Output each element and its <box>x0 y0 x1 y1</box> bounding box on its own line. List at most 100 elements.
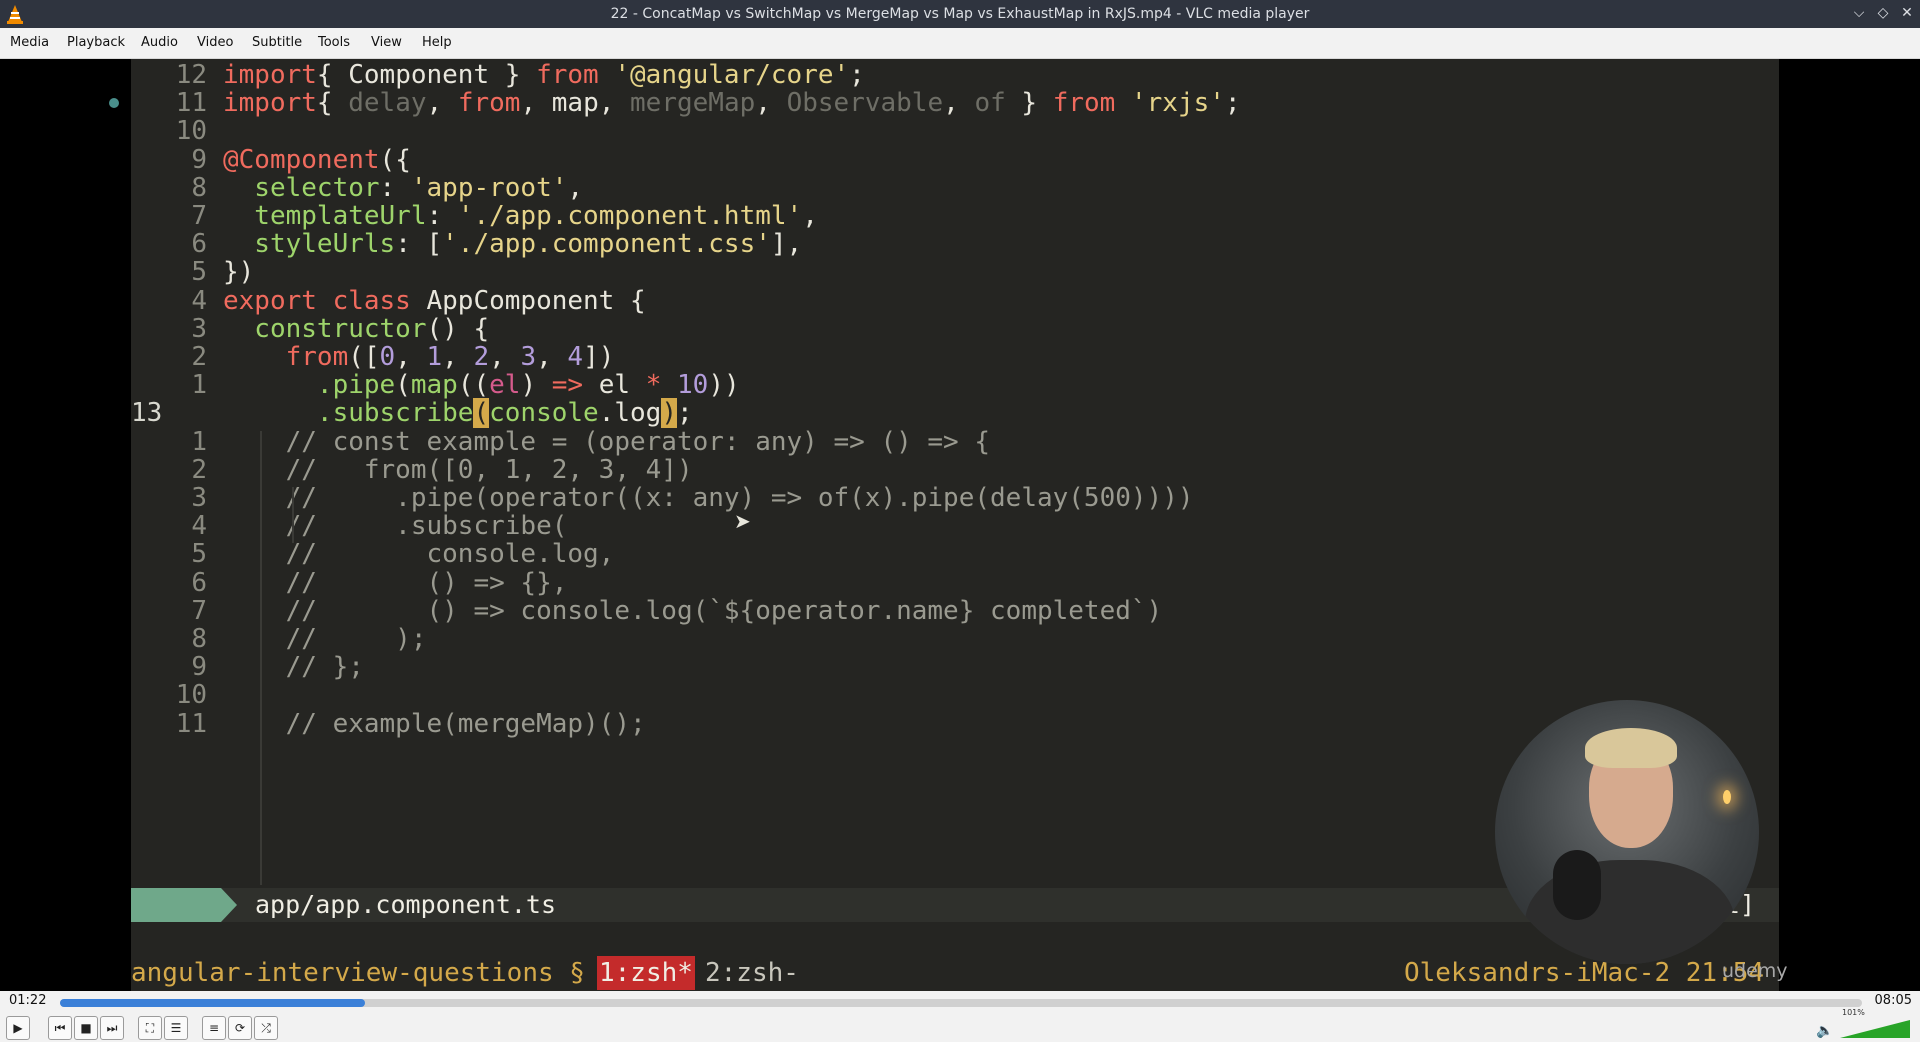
line-number: 9 <box>191 652 207 683</box>
menu-tools[interactable]: Tools <box>318 35 350 50</box>
volume-slider[interactable]: 🔈 101% <box>1816 1008 1910 1039</box>
previous-button[interactable]: ⏮ <box>48 1016 72 1040</box>
menu-video[interactable]: Video <box>197 35 233 50</box>
line-number: 6 <box>191 229 207 260</box>
code-line: 1 // const example = (operator: any) => … <box>131 428 1779 456</box>
extended-settings-button[interactable]: ☰ <box>164 1016 188 1040</box>
code-line: 8 // ); <box>131 625 1779 653</box>
tmux-window: 2:zsh- <box>705 958 799 988</box>
menu-playback[interactable]: Playback <box>67 35 125 50</box>
line-number: 11 <box>175 708 207 739</box>
seek-progress <box>60 999 365 1007</box>
code-line: 13 .subscribe(console.log); <box>131 398 1779 429</box>
code-line: 5}) <box>131 258 1779 286</box>
line-number: 2 <box>191 454 207 485</box>
code-text: // from([0, 1, 2, 3, 4]) <box>223 454 693 485</box>
presenter-webcam <box>1495 700 1759 964</box>
code-text: import{ delay, from, map, mergeMap, Obse… <box>223 88 1241 119</box>
minimize-icon[interactable]: ⌵ <box>1852 4 1866 22</box>
code-line: 6 // () => {}, <box>131 569 1779 597</box>
code-text: // () => {}, <box>223 567 568 598</box>
line-number: 11 <box>175 88 207 119</box>
next-button[interactable]: ⏭ <box>100 1016 124 1040</box>
menu-help[interactable]: Help <box>422 35 452 50</box>
line-number: 5 <box>191 539 207 570</box>
microphone-icon <box>1553 850 1601 920</box>
code-line: 10 <box>131 681 1779 709</box>
mouse-pointer-icon: ➤ <box>734 509 751 533</box>
code-text: }) <box>223 257 255 288</box>
line-number: 2 <box>191 342 207 372</box>
line-number: 8 <box>191 624 207 654</box>
line-number: 1 <box>191 426 207 457</box>
elapsed-time: 01:22 <box>9 993 47 1008</box>
code-text: // .subscribe( <box>223 511 568 542</box>
player-controls: 01:22 08:05 ▶ ⏮ ■ ⏭ ⛶ ☰ ≡ ⟳ ⤮ 🔈 101% <box>0 991 1920 1042</box>
code-text: export class AppComponent { <box>223 285 646 316</box>
code-text: templateUrl: './app.component.html', <box>223 201 818 231</box>
menu-audio[interactable]: Audio <box>141 35 178 50</box>
video-frame[interactable]: 12 import{ Component } from '@angular/cor… <box>0 59 1920 991</box>
play-icon: ▶ <box>13 1021 23 1035</box>
code-text: // console.log, <box>223 539 615 570</box>
playlist-button[interactable]: ≡ <box>202 1016 226 1040</box>
speaker-icon[interactable]: 🔈 <box>1816 1023 1833 1039</box>
loop-icon: ⟳ <box>234 1021 246 1035</box>
code-line: 5 // console.log, <box>131 540 1779 568</box>
loop-button[interactable]: ⟳ <box>228 1016 252 1040</box>
menu-subtitle[interactable]: Subtitle <box>252 35 302 50</box>
extended-settings-icon: ☰ <box>170 1021 182 1035</box>
line-number: 12 <box>175 60 207 90</box>
code-line: 11 import{ delay, from, map, mergeMap, Ob… <box>131 89 1779 117</box>
code-text: selector: 'app-root', <box>223 172 584 203</box>
volume-level <box>1840 1020 1910 1038</box>
code-line: 3 constructor() { <box>131 315 1779 343</box>
play-button[interactable]: ▶ <box>6 1016 30 1040</box>
line-number: 7 <box>191 201 207 231</box>
indent-guide <box>260 431 262 885</box>
menu-view[interactable]: View <box>371 35 402 50</box>
menu-media[interactable]: Media <box>10 35 49 50</box>
shuffle-button[interactable]: ⤮ <box>254 1016 278 1040</box>
fullscreen-icon: ⛶ <box>145 1020 155 1035</box>
close-icon[interactable]: ✕ <box>1900 4 1914 22</box>
line-number: 6 <box>191 567 207 598</box>
fullscreen-button[interactable]: ⛶ <box>138 1016 162 1040</box>
seek-bar[interactable] <box>60 999 1862 1007</box>
code-line: 10 <box>131 117 1779 145</box>
code-text: // }; <box>223 652 364 683</box>
code-text: // ); <box>223 624 427 654</box>
code-line: 8 selector: 'app-root', <box>131 174 1779 202</box>
code-line: 1 .pipe(map((el) => el * 10)) <box>131 371 1779 399</box>
status-filename: app/app.component.ts <box>255 890 557 919</box>
line-number: 3 <box>191 483 207 513</box>
window-titlebar: 22 - ConcatMap vs SwitchMap vs MergeMap … <box>0 0 1920 28</box>
stop-icon: ■ <box>80 1021 92 1035</box>
menu-bar: Media Playback Audio Video Subtitle Tool… <box>0 28 1920 59</box>
line-number: 4 <box>191 511 207 542</box>
code-line: 6 styleUrls: ['./app.component.css'], <box>131 230 1779 258</box>
line-number: 10 <box>175 116 207 147</box>
line-number: 8 <box>191 172 207 203</box>
window-title: 22 - ConcatMap vs SwitchMap vs MergeMap … <box>610 6 1310 22</box>
code-text: import{ Component } from '@angular/core'… <box>223 60 865 90</box>
code-text: styleUrls: ['./app.component.css'], <box>223 229 803 260</box>
code-line: 4 // .subscribe( <box>131 512 1779 540</box>
indent-guide <box>292 487 294 543</box>
total-time: 08:05 <box>1874 993 1912 1008</box>
restore-icon[interactable]: ◇ <box>1876 4 1890 22</box>
stop-button[interactable]: ■ <box>74 1016 98 1040</box>
line-number: 1 <box>191 370 207 401</box>
previous-icon: ⏮ <box>54 1020 66 1035</box>
code-line: 11 // example(mergeMap)(); <box>131 710 1779 738</box>
mode-indicator <box>131 888 221 922</box>
code-text: // .pipe(operator((x: any) => of(x).pipe… <box>223 483 1194 513</box>
tmux-window-active: 1:zsh* <box>597 956 695 990</box>
code-line: 7 templateUrl: './app.component.html', <box>131 202 1779 230</box>
code-line: 3 // .pipe(operator((x: any) => of(x).pi… <box>131 484 1779 512</box>
code-line: 4 export class AppComponent { <box>131 287 1779 315</box>
volume-percent: 101% <box>1842 1008 1865 1017</box>
code-text: // example(mergeMap)(); <box>223 708 646 739</box>
line-number: 7 <box>191 595 207 626</box>
code-line: 9 @Component({ <box>131 146 1779 174</box>
